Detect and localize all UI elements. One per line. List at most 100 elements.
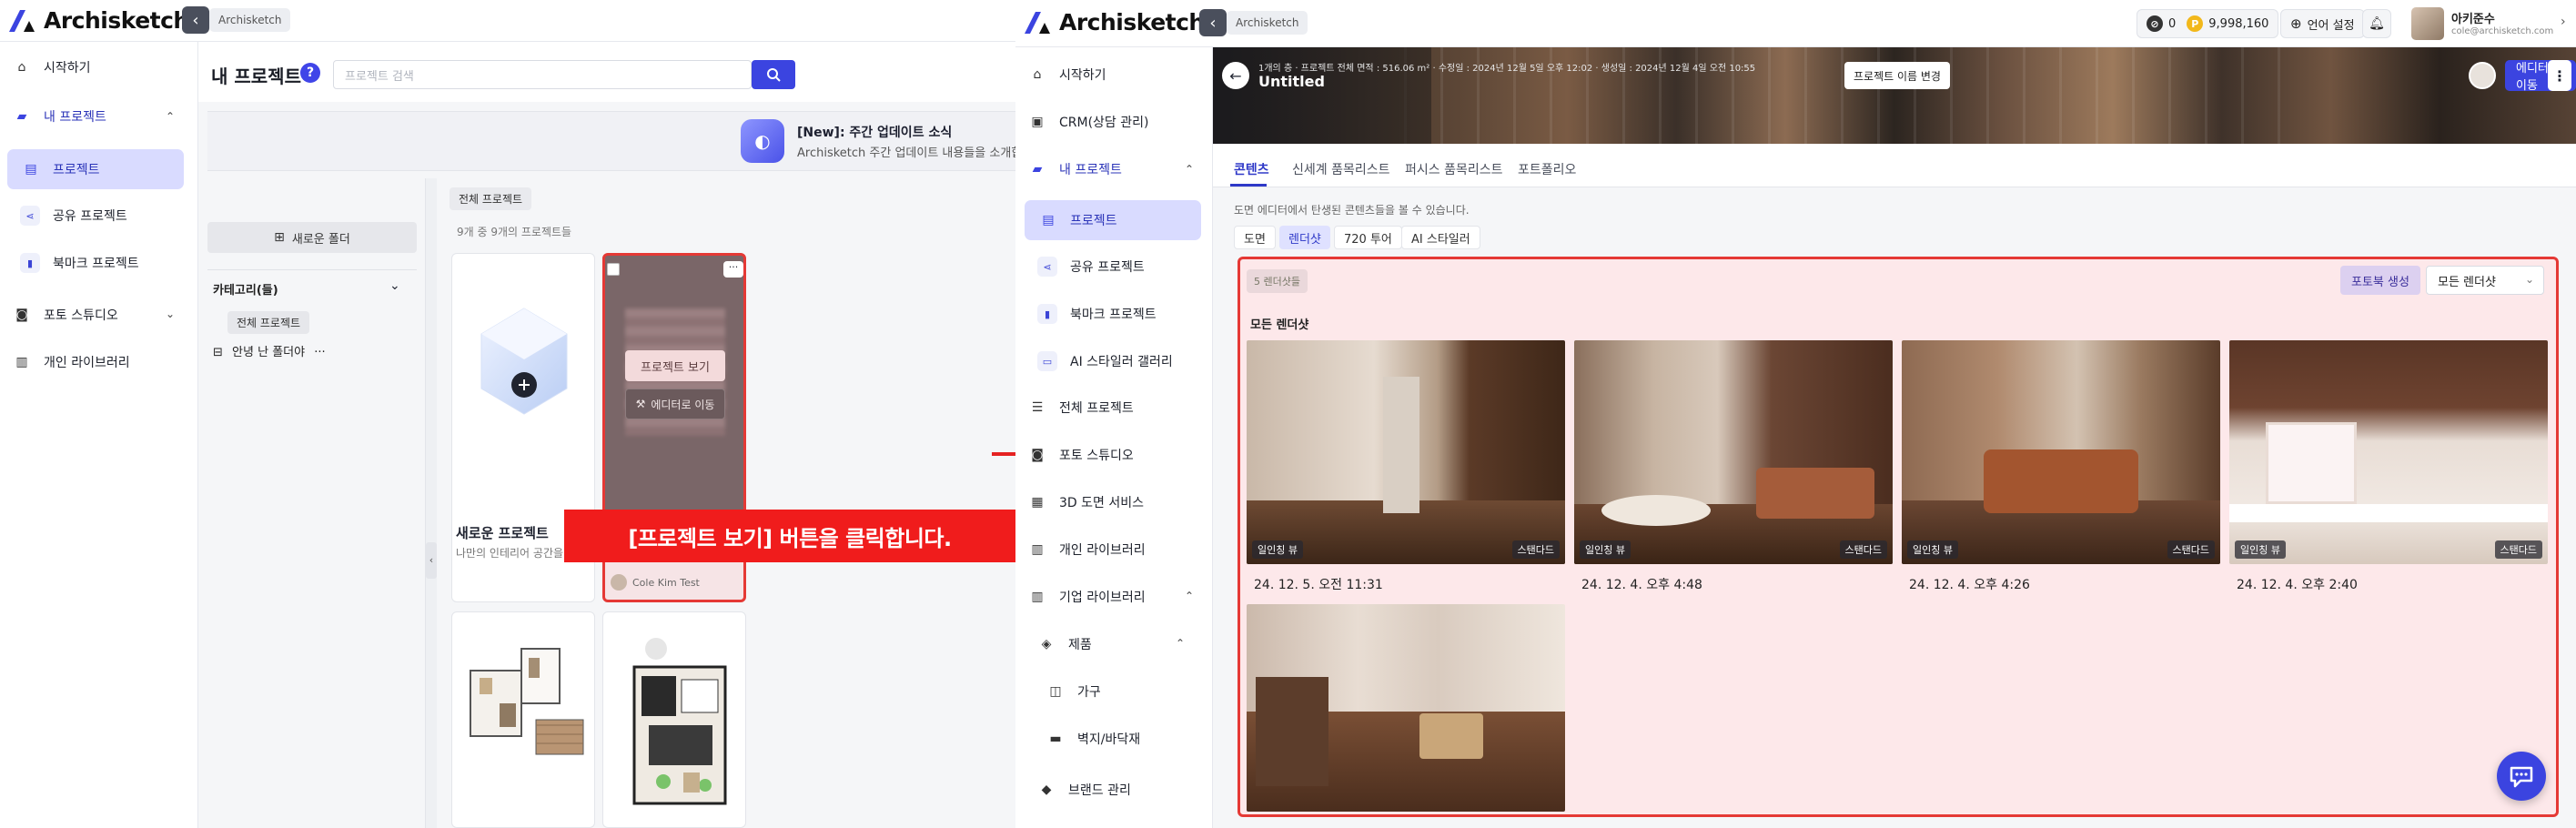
subtab-ai-styler[interactable]: AI 스타일러 bbox=[1401, 226, 1480, 249]
update-banner[interactable]: ◐ [New]: 주간 업데이트 소식 Archisketch 주간 업데이트 … bbox=[207, 111, 1015, 171]
silver-coin-count: 0 bbox=[2168, 16, 2177, 31]
sidebar-item-label: 기업 라이브러리 bbox=[1059, 591, 1146, 605]
sidebar-item-projects[interactable]: ▤ 프로젝트 bbox=[1025, 200, 1201, 240]
sidebar-item-bookmark-projects[interactable]: ▮ 북마크 프로젝트 bbox=[1037, 304, 1157, 324]
left-sidebar: ⌂ 시작하기 ▰ 내 프로젝트 ⌃ ▤ 프로젝트 ⋖ 공유 프로젝트 ▮ 북마크… bbox=[0, 42, 198, 828]
chevron-up-icon[interactable]: ⌃ bbox=[1176, 637, 1185, 650]
sidebar-item-ai-gallery[interactable]: ▭ AI 스타일러 갤러리 bbox=[1037, 351, 1173, 371]
sidebar-item-furniture[interactable]: ◫ 가구 bbox=[1046, 682, 1100, 701]
breadcrumb[interactable]: Archisketch bbox=[1227, 11, 1308, 35]
back-button[interactable]: ‹ bbox=[1199, 9, 1227, 36]
chevron-left-icon[interactable]: ‹ bbox=[426, 542, 437, 579]
sidebar-item-my-projects[interactable]: ▰ 내 프로젝트 bbox=[1028, 160, 1122, 178]
render-thumbnail[interactable]: 일인칭 뷰 스탠다드 bbox=[1574, 340, 1893, 564]
arrow-left-icon: ← bbox=[1229, 66, 1242, 85]
page-title: 내 프로젝트 bbox=[211, 66, 301, 87]
sidebar-item-projects[interactable]: ▤ 프로젝트 bbox=[7, 149, 184, 189]
back-button[interactable]: ‹ bbox=[182, 6, 209, 34]
project-card[interactable] bbox=[451, 611, 595, 828]
render-quality-tag: 스탠다드 bbox=[1511, 540, 1560, 559]
sidebar-item-wall-floor[interactable]: ▬ 벽지/바닥재 bbox=[1046, 730, 1140, 748]
chat-support-button[interactable] bbox=[2497, 752, 2546, 801]
language-button[interactable]: ⊕ 언어 설정 bbox=[2280, 9, 2365, 38]
sidebar-item-floorplan-service[interactable]: ▦ 3D 도면 서비스 bbox=[1028, 493, 1144, 511]
chevron-right-icon[interactable]: › bbox=[2561, 15, 2566, 29]
sidebar-item-products[interactable]: ◈ 제품 bbox=[1037, 635, 1092, 653]
subtab-floorplan[interactable]: 도면 bbox=[1234, 226, 1276, 249]
chevron-down-icon[interactable]: ⌄ bbox=[166, 308, 175, 320]
render-thumbnail[interactable]: 일인칭 뷰 스탠다드 bbox=[2229, 340, 2548, 564]
subtab-renders[interactable]: 렌더샷 bbox=[1279, 226, 1330, 249]
tab-portfolio[interactable]: 포트폴리오 bbox=[1518, 160, 1576, 178]
new-folder-label: 새로운 폴더 bbox=[291, 232, 350, 247]
back-arrow-button[interactable]: ← bbox=[1222, 62, 1249, 89]
more-vertical-icon[interactable]: ⋮ bbox=[2548, 60, 2571, 91]
chevron-up-icon[interactable]: ⌃ bbox=[1185, 163, 1194, 176]
render-filter-value: 모든 렌더샷 bbox=[2438, 275, 2496, 289]
subtab-720-tour[interactable]: 720 투어 bbox=[1334, 226, 1402, 249]
tab-content[interactable]: 콘텐츠 bbox=[1234, 160, 1269, 178]
sidebar-item-company-library[interactable]: ▥ 기업 라이브러리 bbox=[1028, 588, 1146, 606]
sidebar-item-start[interactable]: ⌂ 시작하기 bbox=[1028, 66, 1106, 84]
avatar[interactable] bbox=[2411, 7, 2444, 40]
globe-icon: ⊕ bbox=[2290, 15, 2302, 32]
folder-all-projects[interactable]: 전체 프로젝트 bbox=[227, 311, 310, 334]
render-quality-tag: 스탠다드 bbox=[1839, 540, 1887, 559]
gold-coin-count: 9,998,160 bbox=[2208, 16, 2269, 31]
tab-fursys-items[interactable]: 퍼시스 품목리스트 bbox=[1405, 160, 1503, 178]
avatar[interactable] bbox=[2469, 62, 2496, 89]
search-input[interactable]: 프로젝트 검색 bbox=[333, 60, 752, 89]
rename-project-button[interactable]: 프로젝트 이름 변경 bbox=[1844, 62, 1950, 89]
sidebar-item-bookmark-projects[interactable]: ▮ 북마크 프로젝트 bbox=[20, 253, 139, 273]
left-main-area: 내 프로젝트 ? 프로젝트 검색 ◐ [New]: 주간 업데이트 소식 Arc… bbox=[198, 42, 1015, 828]
project-meta: 1개의 층 · 프로젝트 전체 면적 : 516.06 m² · 수정일 : 2… bbox=[1258, 64, 1756, 74]
chevron-up-icon[interactable]: ⌃ bbox=[1185, 590, 1194, 602]
render-filter-select[interactable]: 모든 렌더샷 ⌄ bbox=[2426, 266, 2544, 295]
user-name: 아키준수 bbox=[2451, 13, 2495, 26]
floorplan-thumbnail bbox=[632, 638, 727, 805]
project-card[interactable] bbox=[602, 611, 746, 828]
sidebar-item-shared-projects[interactable]: ⋖ 공유 프로젝트 bbox=[20, 206, 127, 226]
panel-splitter[interactable]: ‹ bbox=[426, 178, 437, 828]
sidebar-item-brand-manage[interactable]: ◆ 브랜드 관리 bbox=[1037, 781, 1131, 799]
breadcrumb[interactable]: Archisketch bbox=[209, 8, 291, 32]
sidebar-item-personal-library[interactable]: ▥ 개인 라이브러리 bbox=[13, 353, 129, 371]
sidebar-item-label: 북마크 프로젝트 bbox=[1070, 308, 1157, 322]
sidebar-item-personal-library[interactable]: ▥ 개인 라이브러리 bbox=[1028, 540, 1145, 559]
render-thumbnail[interactable]: 일인칭 뷰 스탠다드 bbox=[1902, 340, 2220, 564]
sidebar-item-photo-studio[interactable]: ◙ 포토 스튜디오 bbox=[13, 306, 118, 324]
brand-logo[interactable]: Archisketch bbox=[7, 6, 189, 34]
new-folder-button[interactable]: ⊞ 새로운 폴더 bbox=[207, 222, 417, 253]
chat-icon: ▣ bbox=[1031, 115, 1044, 129]
render-thumbnail[interactable]: 일인칭 뷰 스탠다드 bbox=[1247, 340, 1565, 564]
folder-plus-icon: ⊞ bbox=[274, 230, 285, 245]
content-breadcrumb[interactable]: 전체 프로젝트 bbox=[450, 187, 532, 210]
sidebar-item-label: AI 스타일러 갤러리 bbox=[1070, 355, 1173, 369]
create-photobook-button[interactable]: 포토북 생성 bbox=[2340, 266, 2420, 295]
brand-logo[interactable]: Archisketch bbox=[1023, 8, 1205, 35]
divider bbox=[207, 269, 417, 270]
sidebar-item-my-projects[interactable]: ▰ 내 프로젝트 bbox=[13, 107, 106, 126]
share-icon: ⋖ bbox=[20, 206, 40, 226]
help-icon[interactable]: ? bbox=[300, 63, 320, 83]
coin-balance[interactable]: ⊘ 0 P 9,998,160 bbox=[2137, 9, 2279, 38]
render-thumbnail[interactable] bbox=[1247, 604, 1565, 812]
tab-shinsegae-items[interactable]: 신세계 품목리스트 bbox=[1292, 160, 1390, 178]
sidebar-item-photo-studio[interactable]: ◙ 포토 스튜디오 bbox=[1028, 446, 1134, 464]
sidebar-item-crm[interactable]: ▣ CRM(상담 관리) bbox=[1028, 113, 1148, 131]
sidebar-item-shared-projects[interactable]: ⋖ 공유 프로젝트 bbox=[1037, 257, 1145, 277]
category-header[interactable]: 카테고리(들) bbox=[213, 280, 278, 298]
chevron-left-icon: ‹ bbox=[192, 10, 199, 30]
sidebar-item-all-projects[interactable]: ☰ 전체 프로젝트 bbox=[1028, 399, 1134, 417]
tag-icon: ◆ bbox=[1041, 783, 1052, 797]
new-project-cube-icon bbox=[480, 308, 568, 415]
search-icon bbox=[767, 68, 781, 82]
search-button[interactable] bbox=[752, 60, 795, 89]
notification-button[interactable]: 🔔︎ bbox=[2362, 9, 2391, 38]
chevron-up-icon[interactable]: ⌃ bbox=[166, 110, 175, 123]
chevron-down-icon[interactable]: ⌄ bbox=[389, 278, 400, 293]
folder-row[interactable]: ⊟ 안녕 난 폴더야 ··· bbox=[213, 342, 326, 359]
render-date: 24. 12. 4. 오후 4:26 bbox=[1909, 578, 2030, 592]
sidebar-item-start[interactable]: ⌂ 시작하기 bbox=[13, 58, 91, 76]
more-icon[interactable]: ··· bbox=[314, 346, 325, 359]
